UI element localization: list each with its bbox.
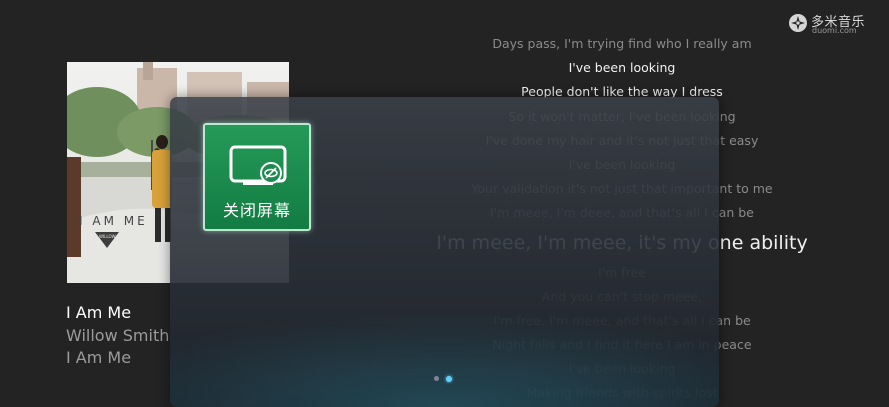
page-dot[interactable]	[434, 376, 439, 381]
screen-off-label: 关闭屏幕	[222, 201, 291, 220]
lyric-line: I've been looking	[568, 60, 676, 76]
screen-off-icon	[229, 145, 287, 185]
song-artist: Willow Smith	[66, 325, 170, 345]
cover-sublabel: WILLOW	[99, 234, 116, 239]
page-dot-active[interactable]	[446, 375, 452, 382]
cover-caption: I AM ME	[79, 214, 148, 228]
duomi-logo-icon	[789, 14, 807, 32]
screen-off-button[interactable]: 关闭屏幕	[203, 123, 311, 231]
song-title: I Am Me	[66, 303, 132, 322]
lyric-line: Days pass, I'm trying find who I really …	[492, 36, 752, 51]
song-info: I Am Me Willow Smith I Am Me	[66, 302, 169, 370]
song-album: I Am Me	[66, 348, 132, 367]
page-indicator	[434, 375, 458, 384]
